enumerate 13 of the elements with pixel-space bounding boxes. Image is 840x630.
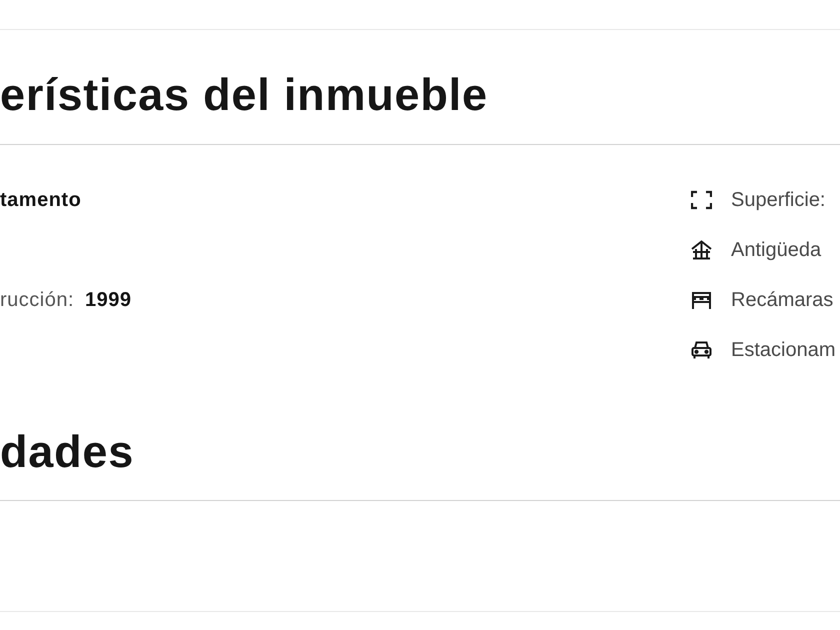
detail-value: 1999 xyxy=(85,288,132,312)
section-heading: erísticas del inmueble xyxy=(0,71,488,119)
detail-label: rucción: xyxy=(0,288,74,312)
car-icon xyxy=(691,340,712,360)
frame-corners-icon xyxy=(691,190,712,210)
detail-value: tamento xyxy=(0,188,82,212)
feature-label: Antigüeda xyxy=(731,238,822,262)
building-icon xyxy=(691,240,712,260)
section-heading: dades xyxy=(0,428,134,476)
feature-label: Estacionam xyxy=(731,338,836,362)
feature-label: Recámaras xyxy=(731,288,834,312)
feature-label: Superficie: xyxy=(731,188,826,212)
bed-icon xyxy=(691,290,712,310)
